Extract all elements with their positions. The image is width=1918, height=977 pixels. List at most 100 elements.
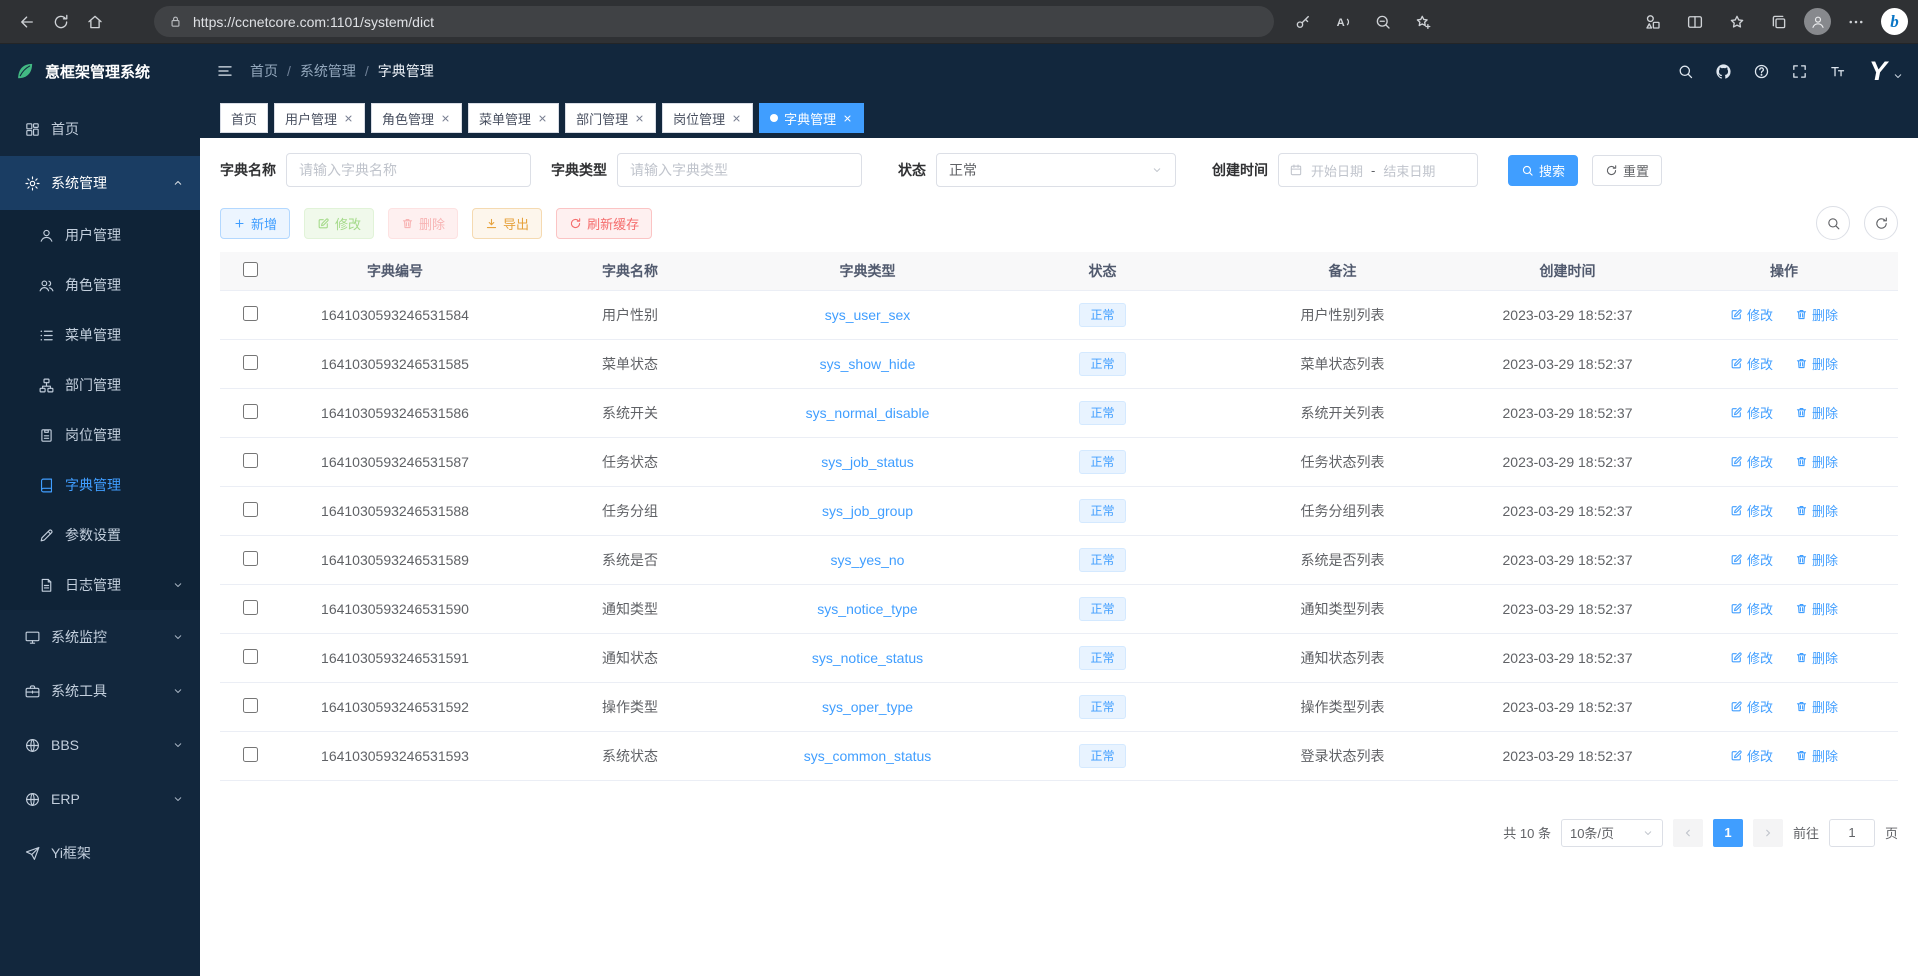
sidebar-item-parameter-settings[interactable]: 参数设置 [0, 510, 200, 560]
sidebar-item-menu-management[interactable]: 菜单管理 [0, 310, 200, 360]
row-checkbox[interactable] [243, 502, 258, 517]
row-edit-link[interactable]: 修改 [1730, 452, 1773, 471]
browser-profile-avatar[interactable] [1804, 8, 1831, 35]
refresh-cache-button[interactable]: 刷新缓存 [556, 208, 652, 239]
sidebar-item-system-monitor[interactable]: 系统监控 [0, 610, 200, 664]
sidebar-item-log-management[interactable]: 日志管理 [0, 560, 200, 610]
next-page-button[interactable] [1753, 819, 1783, 847]
dict-type-link[interactable]: sys_show_hide [820, 356, 916, 372]
refresh-table-button[interactable] [1864, 206, 1898, 240]
sidebar-item-bbs[interactable]: BBS [0, 718, 200, 772]
close-icon[interactable] [634, 113, 645, 124]
row-delete-link[interactable]: 删除 [1795, 599, 1838, 618]
row-edit-link[interactable]: 修改 [1730, 746, 1773, 765]
row-edit-link[interactable]: 修改 [1730, 501, 1773, 520]
dict-type-link[interactable]: sys_yes_no [831, 552, 905, 568]
read-aloud-button[interactable] [1326, 5, 1360, 39]
status-select[interactable]: 正常 [936, 153, 1176, 187]
row-checkbox[interactable] [243, 551, 258, 566]
row-delete-link[interactable]: 删除 [1795, 305, 1838, 324]
password-key-button[interactable] [1286, 5, 1320, 39]
tab-dict-management[interactable]: 字典管理 [759, 103, 864, 133]
goto-page-input[interactable] [1829, 819, 1875, 847]
browser-refresh-button[interactable] [44, 5, 78, 39]
close-icon[interactable] [842, 113, 853, 124]
row-delete-link[interactable]: 删除 [1795, 452, 1838, 471]
close-icon[interactable] [537, 113, 548, 124]
row-delete-link[interactable]: 删除 [1795, 550, 1838, 569]
row-delete-link[interactable]: 删除 [1795, 648, 1838, 667]
dict-name-input[interactable] [286, 153, 531, 187]
close-icon[interactable] [731, 113, 742, 124]
edit-button[interactable]: 修改 [304, 208, 374, 239]
browser-home-button[interactable] [78, 5, 112, 39]
row-checkbox[interactable] [243, 698, 258, 713]
tab-department-management[interactable]: 部门管理 [565, 103, 656, 133]
sidebar-item-yi-framework[interactable]: Yi框架 [0, 826, 200, 880]
help-button[interactable] [1745, 54, 1779, 88]
sidebar-item-department-management[interactable]: 部门管理 [0, 360, 200, 410]
zoom-button[interactable] [1366, 5, 1400, 39]
row-edit-link[interactable]: 修改 [1730, 403, 1773, 422]
row-edit-link[interactable]: 修改 [1730, 354, 1773, 373]
delete-button[interactable]: 删除 [388, 208, 458, 239]
dict-type-link[interactable]: sys_notice_type [817, 601, 917, 617]
extensions-button[interactable] [1636, 5, 1670, 39]
row-edit-link[interactable]: 修改 [1730, 697, 1773, 716]
user-avatar-dropdown[interactable]: Y [1869, 56, 1886, 87]
breadcrumb-home[interactable]: 首页 [250, 61, 278, 81]
row-checkbox[interactable] [243, 404, 258, 419]
sidebar-item-role-management[interactable]: 角色管理 [0, 260, 200, 310]
tab-home[interactable]: 首页 [220, 103, 268, 133]
sidebar-item-post-management[interactable]: 岗位管理 [0, 410, 200, 460]
current-page-button[interactable]: 1 [1713, 819, 1743, 847]
select-all-checkbox[interactable] [243, 262, 258, 277]
export-button[interactable]: 导出 [472, 208, 542, 239]
collections-button[interactable] [1762, 5, 1796, 39]
row-delete-link[interactable]: 删除 [1795, 354, 1838, 373]
sidebar-item-dict-management[interactable]: 字典管理 [0, 460, 200, 510]
close-icon[interactable] [440, 113, 451, 124]
reset-button[interactable]: 重置 [1592, 155, 1662, 186]
row-checkbox[interactable] [243, 747, 258, 762]
row-edit-link[interactable]: 修改 [1730, 648, 1773, 667]
dict-type-link[interactable]: sys_notice_status [812, 650, 923, 666]
dict-type-link[interactable]: sys_common_status [804, 748, 932, 764]
dict-type-link[interactable]: sys_job_status [821, 454, 914, 470]
date-range-picker[interactable]: 开始日期 - 结束日期 [1278, 153, 1478, 187]
row-checkbox[interactable] [243, 306, 258, 321]
bing-copilot-button[interactable]: b [1881, 8, 1908, 35]
row-delete-link[interactable]: 删除 [1795, 746, 1838, 765]
favorites-button[interactable] [1720, 5, 1754, 39]
browser-back-button[interactable] [10, 5, 44, 39]
font-size-button[interactable] [1821, 54, 1855, 88]
add-favorite-button[interactable] [1406, 5, 1440, 39]
search-button[interactable]: 搜索 [1508, 155, 1578, 186]
row-delete-link[interactable]: 删除 [1795, 501, 1838, 520]
dict-type-link[interactable]: sys_job_group [822, 503, 913, 519]
sidebar-item-erp[interactable]: ERP [0, 772, 200, 826]
page-size-select[interactable]: 10条/页 [1561, 819, 1663, 847]
close-icon[interactable] [343, 113, 354, 124]
fullscreen-button[interactable] [1783, 54, 1817, 88]
toggle-search-button[interactable] [1816, 206, 1850, 240]
address-bar[interactable]: https://ccnetcore.com:1101/system/dict [154, 6, 1274, 37]
row-edit-link[interactable]: 修改 [1730, 599, 1773, 618]
split-screen-button[interactable] [1678, 5, 1712, 39]
row-edit-link[interactable]: 修改 [1730, 550, 1773, 569]
tab-role-management[interactable]: 角色管理 [371, 103, 462, 133]
github-link-button[interactable] [1707, 54, 1741, 88]
row-checkbox[interactable] [243, 453, 258, 468]
browser-menu-button[interactable] [1839, 5, 1873, 39]
dict-type-link[interactable]: sys_oper_type [822, 699, 913, 715]
row-delete-link[interactable]: 删除 [1795, 697, 1838, 716]
dict-type-input[interactable] [617, 153, 862, 187]
row-checkbox[interactable] [243, 600, 258, 615]
tab-menu-management[interactable]: 菜单管理 [468, 103, 559, 133]
row-checkbox[interactable] [243, 355, 258, 370]
sidebar-item-user-management[interactable]: 用户管理 [0, 210, 200, 260]
dict-type-link[interactable]: sys_user_sex [825, 307, 911, 323]
sidebar-item-home[interactable]: 首页 [0, 102, 200, 156]
dict-type-link[interactable]: sys_normal_disable [806, 405, 930, 421]
row-delete-link[interactable]: 删除 [1795, 403, 1838, 422]
